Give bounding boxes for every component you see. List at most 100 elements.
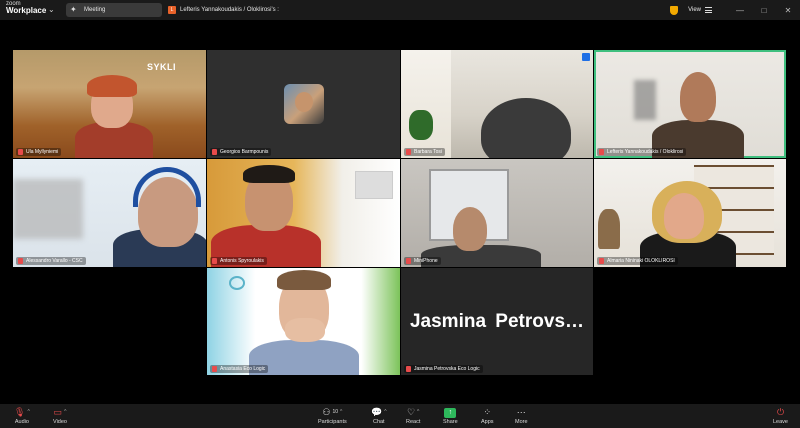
video-tile-camera-off[interactable]: Jasmina Petrovs… Jasmina Petrovska Eco L… bbox=[401, 268, 593, 375]
participant-name-tag: MiniPhone bbox=[404, 257, 441, 265]
react-button[interactable]: ♡ ^ React bbox=[406, 407, 420, 425]
participant-face bbox=[453, 207, 487, 251]
muted-mic-icon bbox=[599, 258, 604, 264]
participant-display-name: Jasmina Petrovs… bbox=[409, 310, 585, 332]
more-label: More bbox=[515, 419, 528, 425]
view-grid-icon bbox=[705, 7, 712, 13]
chevron-up-icon[interactable]: ^ bbox=[417, 407, 419, 418]
participant-head bbox=[481, 98, 571, 158]
muted-mic-icon bbox=[18, 149, 23, 155]
participant-name: Ula Myllyniemi bbox=[26, 149, 59, 155]
maximize-button[interactable]: □ bbox=[752, 6, 776, 15]
chevron-down-icon[interactable]: ⌄ bbox=[48, 5, 55, 14]
meeting-icon: ✦ bbox=[70, 5, 77, 14]
video-tile[interactable]: Alessandro Varallo - CSC bbox=[13, 159, 206, 267]
participant-hair bbox=[87, 75, 137, 97]
minimize-button[interactable]: — bbox=[728, 6, 752, 15]
chevron-up-icon[interactable]: ^ bbox=[340, 407, 342, 418]
participant-name-tag: Barbara Tosi bbox=[404, 148, 445, 156]
meeting-tab[interactable]: ✦ Meeting bbox=[66, 3, 162, 17]
share-avatar-icon: L bbox=[168, 6, 176, 14]
video-tile[interactable]: SYKLI Ula Myllyniemi bbox=[13, 50, 206, 158]
participant-face bbox=[664, 193, 704, 239]
leave-label: Leave bbox=[773, 419, 788, 425]
participants-button[interactable]: ⚇ 10 ^ Participants bbox=[318, 407, 347, 425]
muted-mic-icon bbox=[406, 366, 411, 372]
muted-mic-icon bbox=[599, 149, 604, 155]
participant-name-tag: Alessandro Varallo - CSC bbox=[16, 257, 86, 265]
video-tile[interactable]: Antonis Spyroulakis bbox=[207, 159, 400, 267]
zoom-logo[interactable]: zoom Workplace bbox=[6, 1, 46, 15]
screen-share-tab[interactable]: L Lefteris Yannakoudakis / Oloklirosi's … bbox=[168, 3, 279, 17]
plant-decor bbox=[409, 110, 433, 140]
vase-decor bbox=[598, 209, 620, 249]
participant-name: Georgios Barmpounis bbox=[220, 149, 269, 155]
video-tile-active-speaker[interactable]: Lefteris Yannakoudakis / Oloklirosi bbox=[594, 50, 786, 158]
share-screen-icon: ↑ bbox=[444, 407, 457, 418]
security-shield-icon[interactable] bbox=[670, 5, 679, 15]
participant-name: Anastasia Eco Logic bbox=[220, 366, 266, 372]
muted-mic-icon bbox=[18, 258, 23, 264]
video-tile[interactable]: Anastasia Eco Logic bbox=[207, 268, 400, 375]
video-tile[interactable]: Barbara Tosi bbox=[401, 50, 593, 158]
pin-icon[interactable] bbox=[582, 53, 590, 61]
participant-name-tag: Georgios Barmpounis bbox=[210, 148, 272, 156]
wall-picture bbox=[355, 171, 393, 199]
heart-icon: ♡ bbox=[406, 407, 416, 417]
chevron-up-icon[interactable]: ^ bbox=[384, 407, 386, 418]
participant-hair bbox=[243, 165, 295, 183]
chat-button[interactable]: 💬 ^ Chat bbox=[371, 407, 387, 425]
view-button-label: View bbox=[688, 7, 701, 13]
participants-icon: ⚇ bbox=[322, 407, 331, 417]
audio-label: Audio bbox=[14, 419, 29, 425]
participants-count: 10 bbox=[332, 409, 339, 415]
muted-mic-icon bbox=[212, 366, 217, 372]
view-button[interactable]: View bbox=[688, 7, 712, 13]
video-label: Video bbox=[53, 419, 67, 425]
chat-label: Chat bbox=[372, 419, 385, 425]
muted-mic-icon bbox=[212, 258, 217, 264]
more-button[interactable]: ⋯ More bbox=[515, 407, 528, 425]
video-button[interactable]: ▭ ^ Video bbox=[53, 407, 67, 425]
participant-name: Antonis Spyroulakis bbox=[220, 258, 264, 264]
participant-name-tag: Jasmina Petrovska Eco Logic bbox=[404, 365, 483, 373]
background-overlay-text: SYKLI bbox=[146, 62, 176, 72]
audio-button[interactable]: 🎙 ^ Audio bbox=[14, 407, 30, 425]
apps-label: Apps bbox=[481, 419, 494, 425]
meeting-toolbar: 🎙 ^ Audio ▭ ^ Video ⚇ 10 ^ Participants 💬 ^ C… bbox=[0, 404, 800, 428]
window-background bbox=[401, 50, 451, 158]
video-off-icon: ▭ bbox=[53, 407, 63, 417]
title-bar: zoom Workplace ⌄ ✦ Meeting L Lefteris Ya… bbox=[0, 0, 800, 20]
apps-icon: ⁘ bbox=[483, 407, 492, 417]
chevron-up-icon[interactable]: ^ bbox=[64, 407, 66, 418]
muted-mic-icon bbox=[406, 149, 411, 155]
participant-name-tag: Ula Myllyniemi bbox=[16, 148, 62, 156]
apps-button[interactable]: ⁘ Apps bbox=[481, 407, 494, 425]
participant-name: Alessandro Varallo - CSC bbox=[26, 258, 83, 264]
participant-name: Almaria Nininaki OLOKLIROSI bbox=[607, 258, 675, 264]
participant-name: Lefteris Yannakoudakis / Oloklirosi bbox=[607, 149, 684, 155]
avatar bbox=[284, 84, 324, 124]
video-tile[interactable]: MiniPhone bbox=[401, 159, 593, 267]
participant-name-tag: Antonis Spyroulakis bbox=[210, 257, 267, 265]
video-tile[interactable]: Georgios Barmpounis bbox=[207, 50, 400, 158]
share-label: Share bbox=[443, 419, 458, 425]
logo-workplace-text: Workplace bbox=[6, 6, 47, 15]
chevron-up-icon[interactable]: ^ bbox=[27, 407, 29, 418]
participant-name-tag: Anastasia Eco Logic bbox=[210, 365, 269, 373]
muted-mic-icon bbox=[406, 258, 411, 264]
blurred-background bbox=[13, 179, 83, 239]
participant-name: Barbara Tosi bbox=[414, 149, 442, 155]
eco-logic-logo bbox=[229, 276, 245, 290]
blurred-region bbox=[634, 80, 656, 120]
headphones bbox=[133, 167, 201, 207]
participants-label: Participants bbox=[318, 419, 347, 425]
video-tile[interactable]: Almaria Nininaki OLOKLIROSI bbox=[594, 159, 786, 267]
share-button[interactable]: ↑ Share bbox=[443, 407, 458, 425]
participant-hands bbox=[285, 318, 325, 342]
close-button[interactable]: ✕ bbox=[776, 6, 800, 15]
participant-name-tag: Almaria Nininaki OLOKLIROSI bbox=[597, 257, 678, 265]
leave-button[interactable]: ⏻ Leave bbox=[773, 407, 788, 425]
participant-hair bbox=[277, 270, 331, 290]
participant-face bbox=[680, 72, 716, 122]
